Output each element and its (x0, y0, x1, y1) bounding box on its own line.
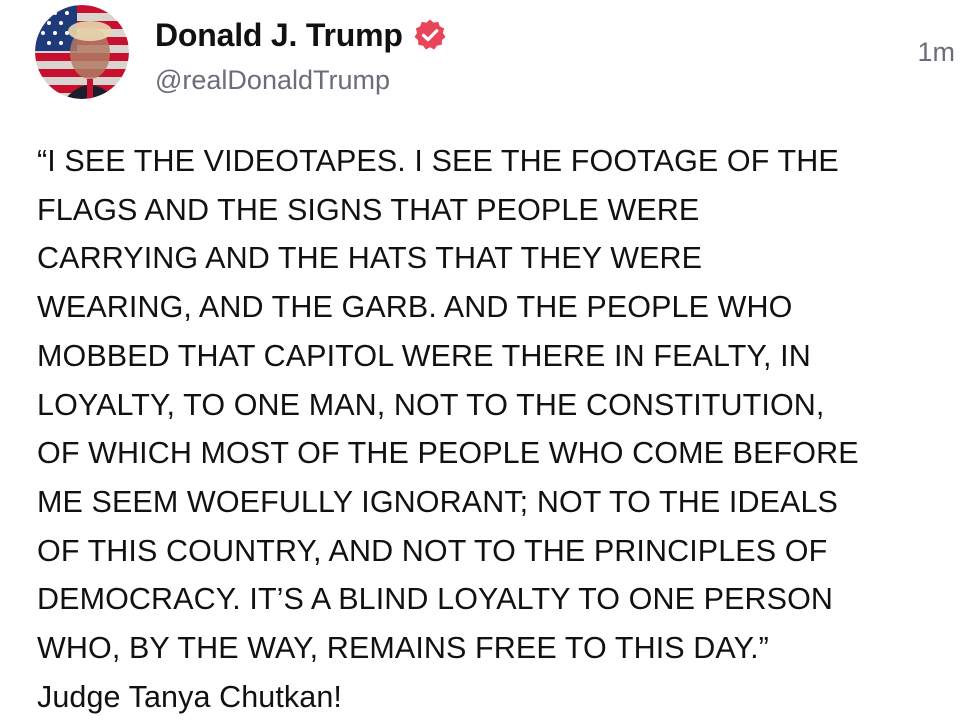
post-text-line: WHO, BY THE WAY, REMAINS FREE TO THIS DA… (37, 631, 769, 666)
author-display-name[interactable]: Donald J. Trump (155, 13, 403, 57)
post-text-line: ME SEEM WOEFULLY IGNORANT; NOT TO THE ID… (37, 484, 838, 519)
author-name-row: Donald J. Trump (155, 13, 447, 57)
avatar-image (35, 5, 129, 99)
post-text-line: FLAGS AND THE SIGNS THAT PEOPLE WERE (37, 192, 700, 227)
post-header: Donald J. Trump @realDonaldTrump 1m (35, 5, 955, 100)
post-text-line: LOYALTY, TO ONE MAN, NOT TO THE CONSTITU… (37, 387, 825, 422)
post-text-line: WEARING, AND THE GARB. AND THE PEOPLE WH… (37, 290, 793, 325)
post-text-line: OF WHICH MOST OF THE PEOPLE WHO COME BEF… (37, 436, 859, 471)
post-card: Donald J. Trump @realDonaldTrump 1m “I S… (0, 0, 980, 714)
post-text-line: OF THIS COUNTRY, AND NOT TO THE PRINCIPL… (37, 533, 828, 568)
author-handle[interactable]: @realDonaldTrump (155, 63, 390, 97)
post-text-line: MOBBED THAT CAPITOL WERE THERE IN FEALTY… (37, 338, 811, 373)
profile-avatar[interactable] (35, 5, 129, 99)
verified-badge-icon (413, 18, 447, 52)
post-text-line: CARRYING AND THE HATS THAT THEY WERE (37, 241, 703, 276)
post-body: “I SEE THE VIDEOTAPES. I SEE THE FOOTAGE… (37, 137, 952, 721)
post-text-line: “I SEE THE VIDEOTAPES. I SEE THE FOOTAGE… (37, 144, 839, 178)
post-timestamp[interactable]: 1m (917, 35, 955, 69)
post-text-line: DEMOCRACY. IT’S A BLIND LOYALTY TO ONE P… (37, 582, 834, 617)
